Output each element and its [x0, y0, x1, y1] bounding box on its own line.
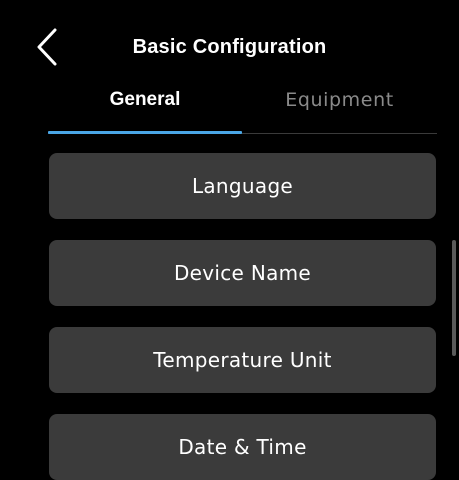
tab-general[interactable]: General — [48, 80, 242, 120]
tab-active-indicator — [48, 131, 242, 134]
scrollbar[interactable] — [452, 240, 456, 356]
tab-equipment[interactable]: Equipment — [242, 80, 437, 120]
date-time-button[interactable]: Date & Time — [49, 414, 436, 480]
tab-bar: General Equipment — [48, 80, 437, 136]
page-title: Basic Configuration — [132, 36, 327, 58]
temperature-unit-button[interactable]: Temperature Unit — [49, 327, 436, 393]
language-button[interactable]: Language — [49, 153, 436, 219]
device-name-button[interactable]: Device Name — [49, 240, 436, 306]
header-bar: Basic Configuration — [0, 0, 459, 90]
